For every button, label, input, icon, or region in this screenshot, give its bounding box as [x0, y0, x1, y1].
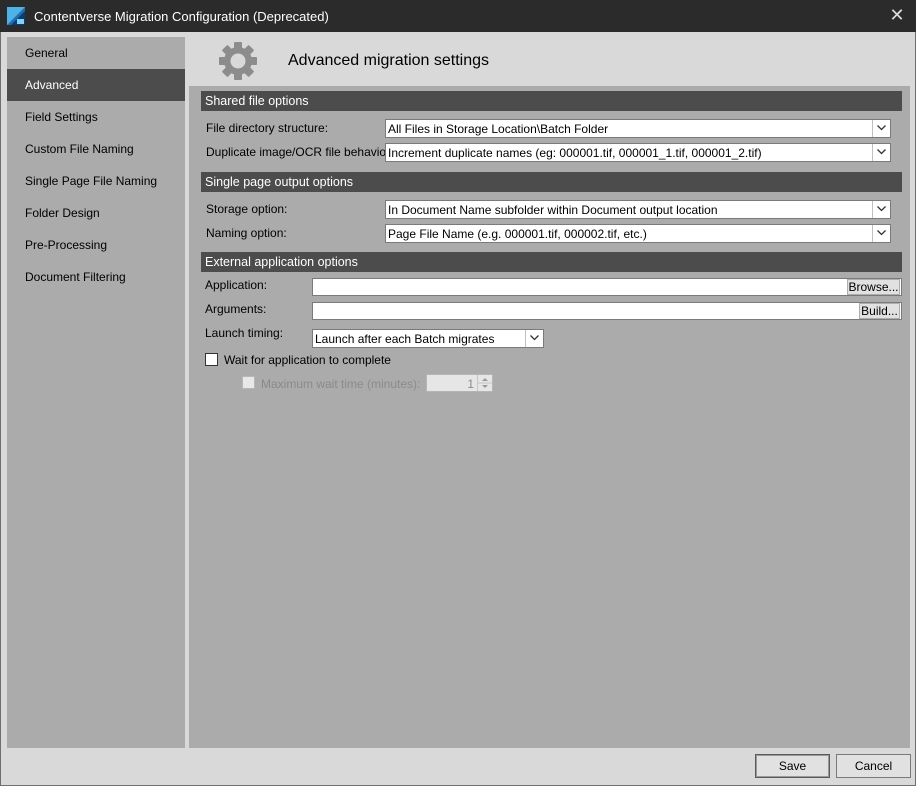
sidebar: General Advanced Field Settings Custom F…: [7, 37, 185, 748]
duplicate-file-behavior-value: Increment duplicate names (eg: 000001.ti…: [388, 146, 762, 160]
sidebar-item-general[interactable]: General: [7, 37, 185, 69]
launch-timing-value: Launch after each Batch migrates: [315, 332, 495, 346]
gear-icon: [217, 40, 259, 82]
section-header-shared-file-options: Shared file options: [201, 91, 902, 111]
sidebar-item-field-settings[interactable]: Field Settings: [7, 101, 185, 133]
maximum-wait-time-label: Maximum wait time (minutes):: [261, 377, 421, 391]
launch-timing-dropdown[interactable]: Launch after each Batch migrates: [312, 329, 544, 348]
arguments-input[interactable]: [312, 302, 902, 320]
section-header-single-page-output-options: Single page output options: [201, 172, 902, 192]
save-button[interactable]: Save: [755, 754, 830, 778]
page-title: Advanced migration settings: [288, 52, 489, 69]
duplicate-file-behavior-dropdown[interactable]: Increment duplicate names (eg: 000001.ti…: [385, 143, 891, 162]
storage-option-dropdown[interactable]: In Document Name subfolder within Docume…: [385, 200, 891, 219]
sidebar-item-document-filtering[interactable]: Document Filtering: [7, 261, 185, 293]
maximum-wait-time-spinner[interactable]: 1: [426, 374, 493, 392]
app-logo-icon: [7, 7, 25, 25]
sidebar-item-single-page-file-naming[interactable]: Single Page File Naming: [7, 165, 185, 197]
chevron-down-icon: [872, 120, 890, 137]
section-header-external-application-options: External application options: [201, 252, 902, 272]
file-directory-structure-dropdown[interactable]: All Files in Storage Location\Batch Fold…: [385, 119, 891, 138]
naming-option-value: Page File Name (e.g. 000001.tif, 000002.…: [388, 227, 647, 241]
chevron-down-icon: [872, 144, 890, 161]
build-button[interactable]: Build...: [859, 303, 900, 319]
spinner-arrows-icon: [477, 375, 492, 391]
arguments-label: Arguments:: [205, 302, 267, 316]
close-icon: ✕: [889, 5, 905, 25]
wait-for-application-checkbox[interactable]: [205, 353, 218, 366]
file-directory-structure-value: All Files in Storage Location\Batch Fold…: [388, 122, 609, 136]
cancel-button[interactable]: Cancel: [836, 754, 911, 778]
content-panel: Advanced migration settings Shared file …: [189, 37, 910, 748]
chevron-down-icon: [872, 201, 890, 218]
sidebar-item-advanced[interactable]: Advanced: [7, 69, 185, 101]
window-title: Contentverse Migration Configuration (De…: [34, 9, 329, 24]
file-directory-structure-label: File directory structure:: [206, 121, 329, 135]
title-bar: Contentverse Migration Configuration (De…: [0, 0, 916, 32]
naming-option-dropdown[interactable]: Page File Name (e.g. 000001.tif, 000002.…: [385, 224, 891, 243]
application-label: Application:: [205, 278, 268, 292]
sidebar-item-folder-design[interactable]: Folder Design: [7, 197, 185, 229]
chevron-down-icon: [525, 330, 543, 347]
content-header: Advanced migration settings: [189, 37, 910, 86]
launch-timing-label: Launch timing:: [205, 326, 284, 340]
maximum-wait-time-checkbox[interactable]: [242, 376, 255, 389]
application-input[interactable]: [312, 278, 902, 296]
storage-option-label: Storage option:: [206, 202, 288, 216]
sidebar-item-custom-file-naming[interactable]: Custom File Naming: [7, 133, 185, 165]
chevron-down-icon: [872, 225, 890, 242]
wait-for-application-label: Wait for application to complete: [224, 353, 391, 367]
duplicate-file-behavior-label: Duplicate image/OCR file behavior:: [206, 145, 394, 159]
close-button[interactable]: ✕: [884, 4, 910, 28]
browse-button[interactable]: Browse...: [847, 279, 900, 295]
naming-option-label: Naming option:: [206, 226, 287, 240]
maximum-wait-time-value: 1: [467, 377, 474, 391]
storage-option-value: In Document Name subfolder within Docume…: [388, 203, 718, 217]
sidebar-item-pre-processing[interactable]: Pre-Processing: [7, 229, 185, 261]
